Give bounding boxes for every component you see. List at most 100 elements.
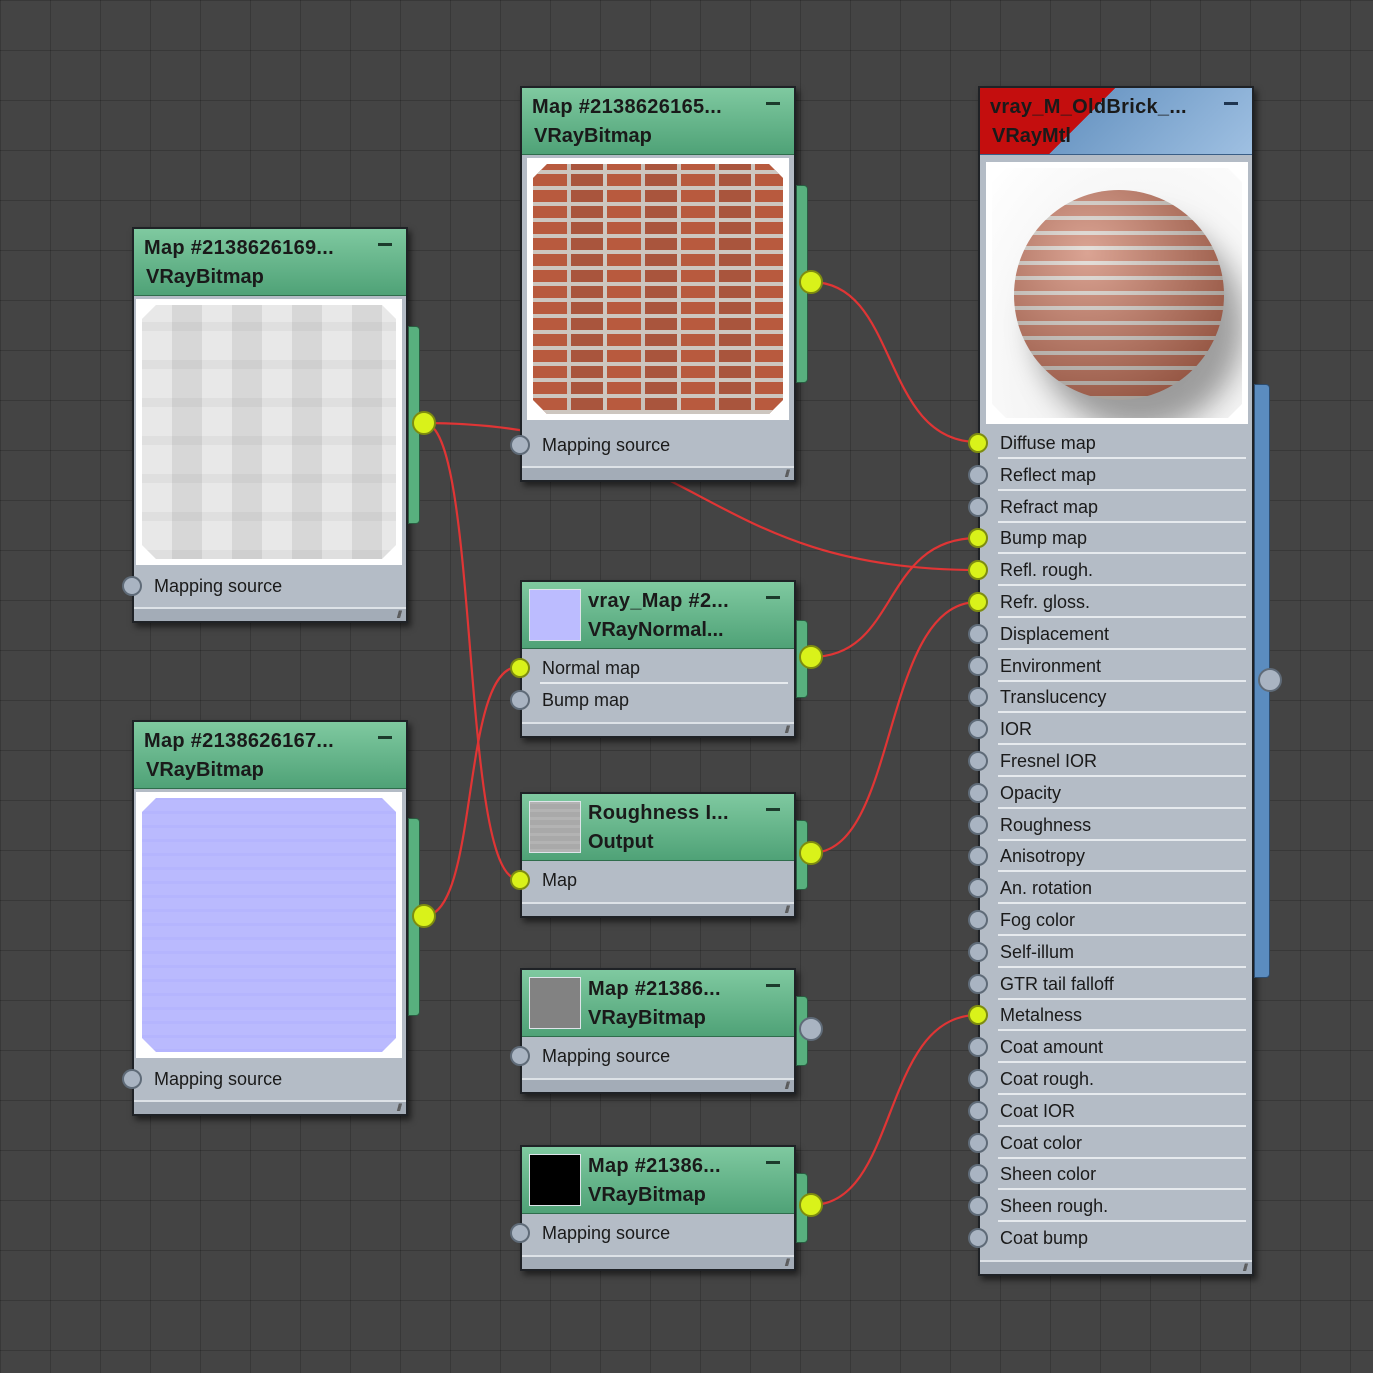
socket-circle-icon[interactable]	[122, 1069, 142, 1089]
input-port-row[interactable]: Mapping source	[510, 1218, 794, 1249]
node-bitmap-normal[interactable]: Map #2138626167... VRayBitmap Mapping so…	[122, 720, 408, 1116]
socket-circle-icon[interactable]	[412, 904, 436, 928]
input-port-row[interactable]: Coat bump	[968, 1223, 1252, 1254]
node-header[interactable]: Roughness I... Output	[522, 794, 794, 861]
socket-circle-icon[interactable]	[510, 435, 530, 455]
input-port-row[interactable]: Self-illum	[968, 937, 1252, 968]
socket-circle-icon[interactable]	[1258, 668, 1282, 692]
input-port-row[interactable]: Refract map	[968, 492, 1252, 523]
minus-icon[interactable]	[766, 102, 780, 105]
node-header[interactable]: Map #2138626169... VRayBitmap	[134, 229, 406, 296]
socket-circle-icon[interactable]	[968, 496, 988, 517]
input-port-row[interactable]: Sheen rough.	[968, 1191, 1252, 1223]
input-port-row[interactable]: Environment	[968, 651, 1252, 682]
wire-black-to-metalness[interactable]	[810, 1013, 979, 1207]
resize-grip-icon[interactable]: ////	[785, 1258, 790, 1269]
node-header[interactable]: Map #2138626165... VRayBitmap	[522, 88, 794, 155]
socket-circle-icon[interactable]	[968, 1069, 988, 1089]
minus-icon[interactable]	[766, 1161, 780, 1164]
minus-icon[interactable]	[766, 808, 780, 811]
input-port-row[interactable]: Displacement	[968, 619, 1252, 650]
node-vray-mtl[interactable]: vray_M_OldBrick_... VRayMtl Diffuse map R…	[968, 86, 1254, 1276]
socket-circle-icon[interactable]	[968, 814, 988, 835]
socket-circle-icon[interactable]	[968, 846, 988, 867]
input-port-row[interactable]: Refr. gloss.	[968, 587, 1252, 618]
input-port-row[interactable]: Coat IOR	[968, 1096, 1252, 1127]
socket-circle-icon[interactable]	[510, 1223, 530, 1243]
socket-circle-icon[interactable]	[799, 1017, 823, 1041]
socket-circle-icon[interactable]	[122, 576, 142, 596]
socket-circle-icon[interactable]	[968, 878, 988, 899]
socket-circle-icon[interactable]	[799, 270, 823, 294]
resize-grip-icon[interactable]: ////	[785, 905, 790, 916]
node-bitmap-brick[interactable]: Map #2138626165... VRayBitmap Mapping so…	[510, 86, 796, 482]
minus-icon[interactable]	[378, 243, 392, 246]
node-roughness-output[interactable]: Roughness I... Output Map ////	[510, 792, 796, 918]
node-bitmap-black-small[interactable]: Map #21386... VRayBitmap Mapping source …	[510, 1145, 796, 1271]
node-header[interactable]: vray_Map #2... VRayNormal...	[522, 582, 794, 649]
input-port-row[interactable]: Mapping source	[122, 1064, 406, 1095]
socket-circle-icon[interactable]	[510, 1046, 530, 1066]
input-port-row[interactable]: Roughness	[968, 810, 1252, 841]
node-vray-normal-map[interactable]: vray_Map #2... VRayNormal... Normal map …	[510, 580, 796, 738]
socket-circle-icon[interactable]	[968, 941, 988, 962]
socket-circle-icon[interactable]	[968, 1164, 988, 1185]
input-port-row[interactable]: Coat amount	[968, 1032, 1252, 1064]
input-port-row[interactable]: Translucency	[968, 682, 1252, 714]
socket-circle-icon[interactable]	[968, 1100, 988, 1121]
socket-circle-icon[interactable]	[968, 751, 988, 771]
wire-brick-to-diffuse[interactable]	[810, 280, 979, 444]
input-port-row[interactable]: Normal map	[510, 653, 794, 684]
minus-icon[interactable]	[766, 984, 780, 987]
input-port-row[interactable]: Bump map	[510, 685, 794, 716]
input-port-row[interactable]: Map	[510, 865, 794, 896]
input-port-row[interactable]: Bump map	[968, 523, 1252, 555]
input-port-row[interactable]: Coat rough.	[968, 1064, 1252, 1095]
input-port-row[interactable]: Diffuse map	[968, 428, 1252, 459]
socket-circle-icon[interactable]	[968, 433, 988, 453]
resize-grip-icon[interactable]: ////	[785, 1081, 790, 1092]
node-header[interactable]: Map #2138626167... VRayBitmap	[134, 722, 406, 789]
socket-circle-icon[interactable]	[968, 655, 988, 676]
input-port-row[interactable]: Mapping source	[510, 1041, 794, 1072]
socket-circle-icon[interactable]	[968, 1228, 988, 1248]
resize-grip-icon[interactable]: ////	[397, 1103, 402, 1114]
input-port-row[interactable]: Refl. rough.	[968, 555, 1252, 587]
socket-circle-icon[interactable]	[510, 870, 530, 890]
socket-circle-icon[interactable]	[510, 658, 530, 678]
socket-circle-icon[interactable]	[799, 841, 823, 865]
socket-circle-icon[interactable]	[968, 1005, 988, 1026]
resize-grip-icon[interactable]: ////	[785, 725, 790, 736]
socket-circle-icon[interactable]	[799, 1193, 823, 1217]
input-port-row[interactable]: Reflect map	[968, 460, 1252, 491]
socket-circle-icon[interactable]	[968, 560, 988, 581]
socket-circle-icon[interactable]	[968, 528, 988, 549]
input-port-row[interactable]: An. rotation	[968, 873, 1252, 905]
minus-icon[interactable]	[1224, 102, 1238, 105]
wire-roughness-to-refr-gloss[interactable]	[810, 600, 979, 855]
input-port-row[interactable]: Coat color	[968, 1128, 1252, 1159]
socket-circle-icon[interactable]	[968, 973, 988, 994]
socket-circle-icon[interactable]	[968, 1196, 988, 1217]
node-header[interactable]: Map #21386... VRayBitmap	[522, 1147, 794, 1214]
socket-circle-icon[interactable]	[968, 687, 988, 708]
input-port-row[interactable]: Fog color	[968, 905, 1252, 936]
minus-icon[interactable]	[378, 736, 392, 739]
socket-circle-icon[interactable]	[968, 1132, 988, 1153]
input-port-row[interactable]: Metalness	[968, 1000, 1252, 1032]
input-port-row[interactable]: IOR	[968, 714, 1252, 746]
node-header[interactable]: Map #21386... VRayBitmap	[522, 970, 794, 1037]
resize-grip-icon[interactable]: ////	[1243, 1263, 1248, 1274]
socket-circle-icon[interactable]	[799, 645, 823, 669]
node-bitmap-gray-top[interactable]: Map #2138626169... VRayBitmap Mapping so…	[122, 227, 408, 623]
input-port-row[interactable]: Mapping source	[510, 430, 794, 461]
socket-circle-icon[interactable]	[968, 719, 988, 740]
input-port-row[interactable]: Opacity	[968, 778, 1252, 809]
socket-circle-icon[interactable]	[968, 910, 988, 930]
input-port-row[interactable]: Sheen color	[968, 1159, 1252, 1191]
input-port-row[interactable]: GTR tail falloff	[968, 969, 1252, 1000]
wire-normal-bitmap-to-normal-map[interactable]	[423, 665, 519, 918]
resize-grip-icon[interactable]: ////	[397, 610, 402, 621]
socket-circle-icon[interactable]	[968, 782, 988, 803]
input-port-row[interactable]: Mapping source	[122, 571, 406, 602]
